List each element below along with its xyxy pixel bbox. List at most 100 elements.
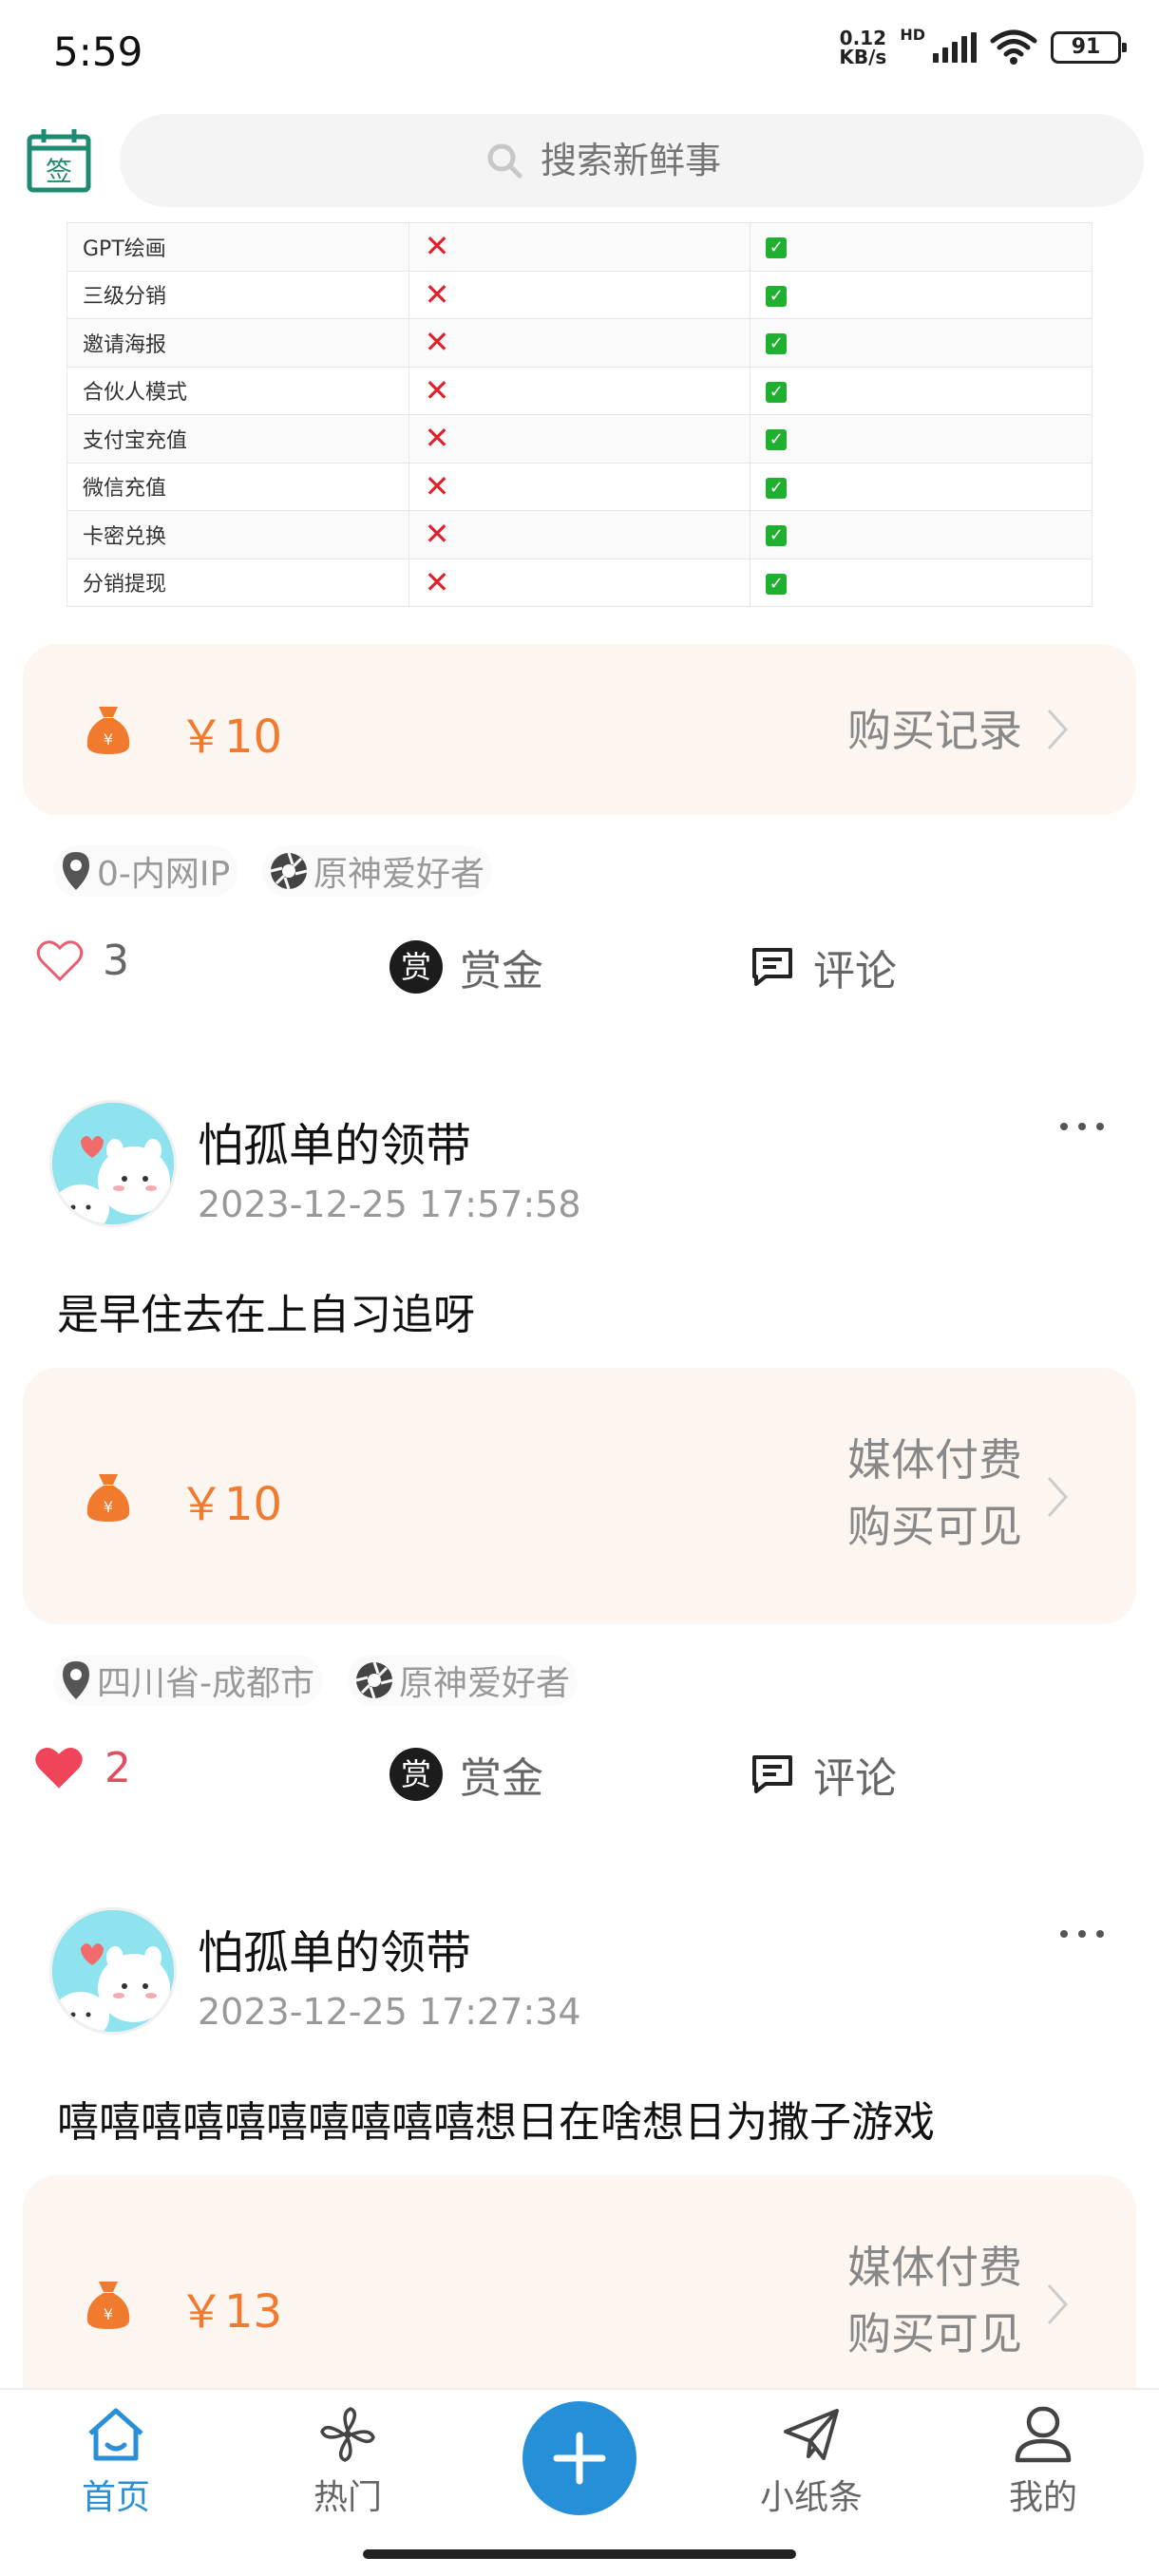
purchase-record-link[interactable]: 购买记录 (847, 697, 1022, 764)
cross-icon: ✕ (424, 420, 450, 457)
feature-premium-cell: ✓ (750, 270, 1092, 319)
feature-name: 三级分销 (66, 270, 409, 319)
cross-icon: ✕ (424, 228, 450, 265)
reward-icon: 赏 (390, 940, 443, 994)
more-options-icon[interactable] (1058, 1121, 1106, 1132)
feature-basic-cell: ✕ (408, 558, 751, 607)
post-time: 2023-12-25 17:27:34 (198, 1991, 581, 2033)
reward-button[interactable]: 赏 赏金 (390, 937, 543, 997)
plus-icon (553, 2432, 606, 2485)
money-bag-icon: ¥ (86, 1474, 130, 1522)
comment-button[interactable]: 评论 (750, 1744, 897, 1805)
svg-text:¥: ¥ (104, 1498, 113, 1516)
circle-tag[interactable]: 原神爱好者 (348, 1655, 579, 1706)
post-time: 2023-12-25 17:57:58 (198, 1184, 581, 1225)
check-icon: ✓ (766, 573, 788, 595)
nav-home[interactable]: 首页 (40, 2405, 192, 2519)
feature-name: 支付宝充值 (66, 414, 409, 464)
svg-text:¥: ¥ (104, 730, 113, 748)
circle-tag[interactable]: 原神爱好者 (262, 845, 493, 897)
heart-filled-icon (35, 1747, 83, 1789)
network-speed: 0.12 KB/s (839, 27, 887, 68)
aperture-icon (355, 1661, 393, 1699)
more-options-icon[interactable] (1058, 1928, 1106, 1940)
check-icon: ✓ (766, 285, 788, 307)
avatar-image (52, 1910, 174, 2032)
cross-icon: ✕ (424, 371, 450, 408)
purchase-box[interactable]: ¥ ￥10 购买记录 (23, 644, 1136, 815)
nav-mine[interactable]: 我的 (967, 2405, 1119, 2519)
sign-in-icon[interactable]: 签 (27, 127, 91, 194)
feature-premium-cell: ✓ (750, 462, 1092, 511)
feature-basic-cell: ✕ (408, 270, 751, 319)
check-icon: ✓ (766, 237, 788, 259)
hd-icon: HD (900, 25, 925, 44)
check-icon: ✓ (766, 381, 788, 403)
like-count: 2 (104, 1744, 131, 1792)
table-crop-edge (66, 612, 1092, 619)
nav-notes[interactable]: 小纸条 (735, 2405, 887, 2519)
money-bag-icon: ¥ (86, 2282, 130, 2329)
location-tag[interactable]: 四川省-成都市 (53, 1655, 322, 1706)
feature-name: 分销提现 (66, 558, 409, 607)
svg-text:¥: ¥ (104, 2305, 113, 2323)
username[interactable]: 怕孤单的领带 (198, 1108, 471, 1174)
feature-premium-cell: ✓ (750, 558, 1092, 607)
feature-basic-cell: ✕ (408, 510, 751, 559)
status-icons: 0.12 KB/s HD 91 (839, 25, 1127, 68)
table-row: 分销提现 ✕ ✓ (66, 558, 1092, 607)
pinwheel-icon (320, 2407, 375, 2462)
feature-premium-cell: ✓ (750, 510, 1092, 559)
table-row: 合伙人模式 ✕ ✓ (66, 366, 1092, 415)
feature-basic-cell: ✕ (408, 318, 751, 368)
search-input[interactable] (541, 140, 778, 181)
avatar[interactable] (49, 1907, 177, 2035)
nav-hot[interactable]: 热门 (272, 2405, 424, 2519)
paid-media-notice: 媒体付费 购买可见 (847, 2242, 1022, 2359)
feature-name: 合伙人模式 (66, 366, 409, 415)
feature-basic-cell: ✕ (408, 414, 751, 464)
feature-premium-cell: ✓ (750, 222, 1092, 272)
chevron-right-icon (1047, 2283, 1069, 2325)
table-row: GPT绘画 ✕ ✓ (66, 222, 1092, 272)
table-row: 支付宝充值 ✕ ✓ (66, 414, 1092, 464)
cross-icon: ✕ (424, 563, 450, 600)
search-icon (487, 143, 522, 179)
comment-button[interactable]: 评论 (750, 937, 897, 997)
like-button[interactable]: 3 (36, 937, 129, 985)
like-button[interactable]: 2 (32, 1744, 131, 1792)
sign-in-label: 签 (46, 156, 72, 187)
avatar[interactable] (49, 1100, 177, 1227)
feature-premium-cell: ✓ (750, 318, 1092, 368)
search-bar[interactable] (120, 114, 1144, 207)
heart-outline-icon (36, 939, 84, 981)
chevron-right-icon (1047, 709, 1069, 750)
username[interactable]: 怕孤单的领带 (198, 1915, 471, 1981)
cross-icon: ✕ (424, 516, 450, 553)
status-bar: 5:59 0.12 KB/s HD 91 (0, 0, 1159, 104)
aperture-icon (270, 852, 308, 890)
paper-plane-icon (784, 2409, 839, 2460)
money-bag-icon: ¥ (86, 707, 130, 754)
cross-icon: ✕ (424, 324, 450, 361)
bottom-nav: 首页 热门 小纸条 我的 (0, 2388, 1159, 2576)
create-post-button[interactable] (522, 2401, 636, 2515)
feature-basic-cell: ✕ (408, 462, 751, 511)
feature-basic-cell: ✕ (408, 366, 751, 415)
post-text[interactable]: 是早住去在上自习追呀 (57, 1280, 475, 1341)
cross-icon: ✕ (424, 275, 450, 313)
location-tag[interactable]: 0-内网IP (53, 845, 238, 897)
paid-media-box[interactable]: ¥ ￥10 媒体付费 购买可见 (23, 1368, 1136, 1624)
like-count: 3 (103, 937, 129, 985)
home-indicator[interactable] (363, 2549, 796, 2559)
wifi-icon (990, 29, 1037, 65)
reward-button[interactable]: 赏 赏金 (390, 1744, 543, 1805)
check-icon: ✓ (766, 333, 788, 355)
feature-premium-cell: ✓ (750, 414, 1092, 464)
post-text[interactable]: 嘻嘻嘻嘻嘻嘻嘻嘻嘻嘻想日在啥想日为撒子游戏 (57, 2088, 935, 2149)
feature-basic-cell: ✕ (408, 222, 751, 272)
cell-signal-icon (933, 32, 977, 63)
price-label: ￥10 (179, 710, 283, 764)
location-pin-icon (63, 852, 89, 890)
check-icon: ✓ (766, 429, 788, 451)
